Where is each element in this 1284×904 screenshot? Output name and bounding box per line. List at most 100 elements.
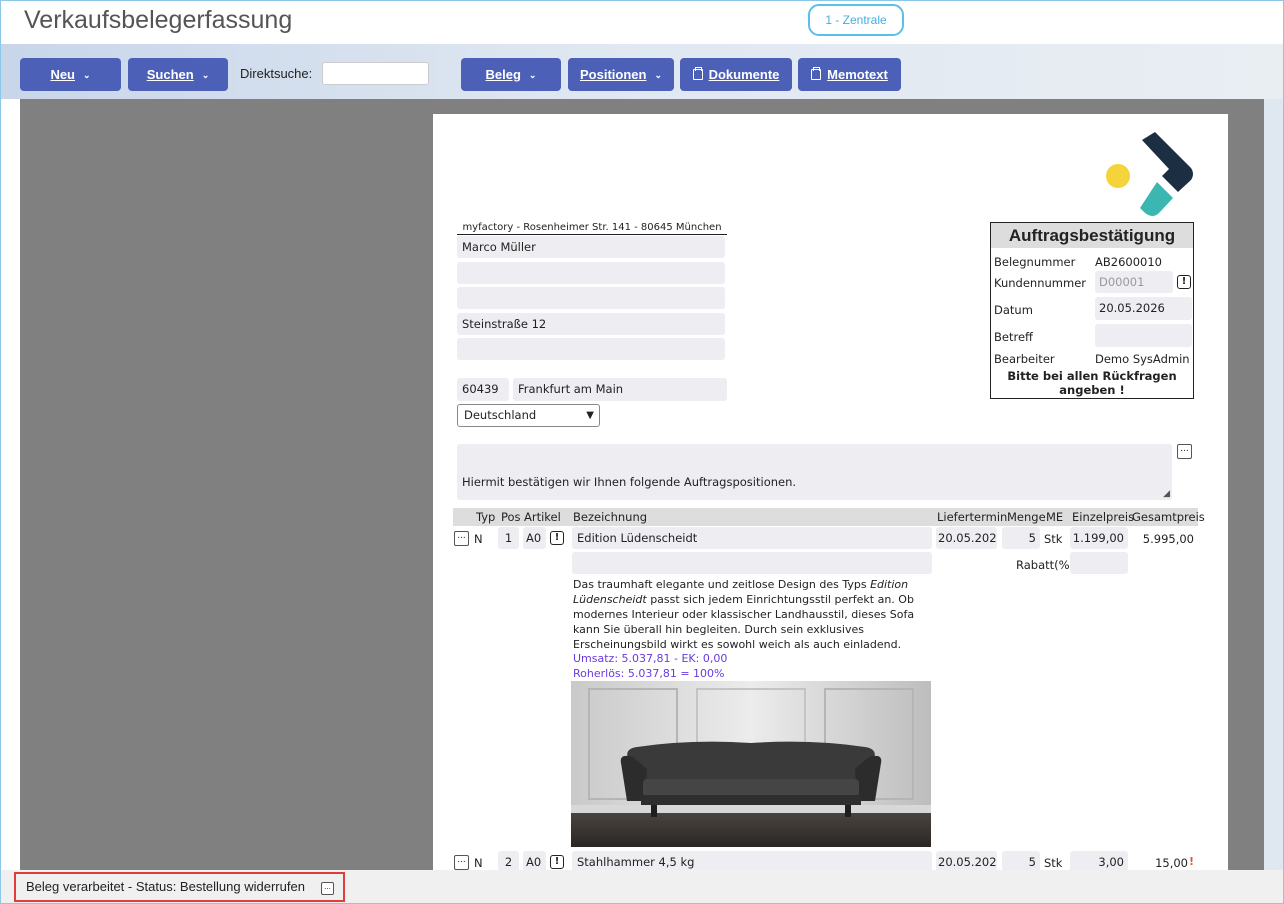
new-button-label: Neu <box>50 67 75 82</box>
address-name-field[interactable]: Marco Müller <box>457 236 725 258</box>
positions-menu-button[interactable]: Positionen ⌄ <box>568 58 674 91</box>
customer-number-label: Kundennummer <box>994 276 1086 290</box>
row-einzelpreis[interactable]: 3,00 <box>1070 851 1128 870</box>
document-number-value: AB2600010 <box>1095 255 1162 269</box>
chevron-down-icon: ⌄ <box>528 70 537 80</box>
address-line5-field[interactable] <box>457 338 725 360</box>
chevron-down-icon: ▼ <box>586 410 594 421</box>
memo-button[interactable]: Memotext <box>798 58 901 91</box>
header-liefertermin: Liefertermin <box>937 510 1008 524</box>
toolbar: Neu ⌄ Suchen ⌄ Direktsuche: Beleg ⌄ Positio… <box>1 44 1283 99</box>
memo-text: Hiermit bestätigen wir Ihnen folgende Au… <box>462 475 797 489</box>
country-select[interactable]: Deutschland ▼ <box>457 404 600 427</box>
article-description: Das traumhaft elegante und zeitlose Desi… <box>573 577 933 652</box>
row-menge[interactable]: 5 <box>1002 851 1040 870</box>
row-gesamtpreis: 5.995,00 <box>1142 532 1194 546</box>
row-artikel[interactable]: A0 <box>523 851 546 870</box>
memo-button-label: Memotext <box>827 67 888 82</box>
document-menu-button[interactable]: Beleg ⌄ <box>461 58 561 91</box>
header-einzelpreis: Einzelpreis <box>1072 510 1135 524</box>
header-menge: Menge <box>1007 510 1046 524</box>
editor-label: Bearbeiter <box>994 352 1055 366</box>
clipboard-icon <box>811 67 822 80</box>
document-status: Beleg verarbeitet - Status: Bestellung w… <box>14 872 345 902</box>
chevron-down-icon: ⌄ <box>654 70 662 80</box>
city-field[interactable]: Frankfurt am Main <box>513 378 727 401</box>
row-pos[interactable]: 1 <box>498 527 519 549</box>
confirmation-box: Auftragsbestätigung Belegnummer AB260001… <box>990 222 1194 399</box>
memo-text-field[interactable]: Hiermit bestätigen wir Ihnen folgende Au… <box>457 444 1172 500</box>
search-button[interactable]: Suchen ⌄ <box>128 58 228 91</box>
info-icon[interactable]: ! <box>1177 275 1191 289</box>
row-bezeichnung[interactable]: Edition Lüdenscheidt <box>572 527 932 549</box>
address-line3-field[interactable] <box>457 287 725 309</box>
discount-label: Rabatt(%) <box>1016 558 1075 572</box>
street-field[interactable]: Steinstraße 12 <box>457 313 725 335</box>
clipboard-icon <box>692 67 703 80</box>
row-extra-field[interactable] <box>572 552 932 574</box>
search-button-label: Suchen <box>146 67 194 82</box>
scroll-track <box>1264 99 1283 870</box>
row-artikel[interactable]: A0 <box>523 527 546 549</box>
row-typ: N <box>474 856 483 870</box>
row-more-button[interactable]: ... <box>454 855 469 870</box>
document-number-label: Belegnummer <box>994 255 1076 269</box>
discount-field[interactable] <box>1070 552 1128 574</box>
row-liefertermin[interactable]: 20.05.2026 <box>936 527 997 549</box>
positions-table-header: Typ Pos Artikel Bezeichnung Liefertermin… <box>453 508 1205 526</box>
chevron-down-icon: ⌄ <box>201 70 210 80</box>
row-gesamtpreis: 15,00 <box>1155 856 1188 870</box>
resize-grip-icon[interactable]: ◢ <box>1163 489 1170 499</box>
status-text: Beleg verarbeitet - Status: Bestellung w… <box>26 879 305 894</box>
sofa-product-image <box>571 681 931 847</box>
date-label: Datum <box>994 303 1033 317</box>
address-line2-field[interactable] <box>457 262 725 284</box>
subject-label: Betreff <box>994 330 1033 344</box>
confirmation-title: Auftragsbestätigung <box>991 223 1193 248</box>
zip-field[interactable]: 60439 <box>457 378 509 401</box>
revenue-info: Umsatz: 5.037,81 - EK: 0,00 <box>573 652 728 665</box>
header-artikel: Artikel <box>524 510 561 524</box>
customer-number-field[interactable]: D00001 <box>1095 271 1173 293</box>
status-more-button[interactable]: ... <box>321 882 334 895</box>
new-button[interactable]: Neu ⌄ <box>20 58 121 91</box>
row-more-button[interactable]: ... <box>454 531 469 546</box>
row-pos[interactable]: 2 <box>498 851 519 870</box>
row-menge[interactable]: 5 <box>1002 527 1040 549</box>
row-liefertermin[interactable]: 20.05.2026 <box>936 851 997 870</box>
row-bezeichnung[interactable]: Stahlhammer 4,5 kg <box>572 851 932 870</box>
direct-search-label: Direktsuche: <box>240 66 313 81</box>
document-canvas: myfactory - Rosenheimer Str. 141 - 80645… <box>20 99 1283 870</box>
row-einzelpreis[interactable]: 1.199,00 <box>1070 527 1128 549</box>
page-title: Verkaufsbelegerfassung <box>24 6 293 34</box>
reference-note: Bitte bei allen Rückfragen angeben ! <box>1007 369 1177 397</box>
branch-badge[interactable]: 1 - Zentrale <box>808 4 904 36</box>
document-menu-label: Beleg <box>485 67 521 82</box>
document-page: myfactory - Rosenheimer Str. 141 - 80645… <box>433 114 1228 870</box>
chevron-down-icon: ⌄ <box>83 70 91 80</box>
row-typ: N <box>474 532 483 546</box>
info-icon[interactable]: ! <box>550 531 564 545</box>
company-logo <box>1106 132 1193 216</box>
header-me: ME <box>1046 510 1064 524</box>
row-me: Stk <box>1044 856 1063 870</box>
header-typ: Typ <box>476 510 496 524</box>
sender-line: myfactory - Rosenheimer Str. 141 - 80645… <box>457 222 727 235</box>
description-text: Das traumhaft elegante und zeitlose Desi… <box>573 578 871 591</box>
positions-menu-label: Positionen <box>580 67 647 82</box>
header-pos: Pos <box>501 510 521 524</box>
memo-more-button[interactable]: ... <box>1177 444 1192 459</box>
documents-button[interactable]: Dokumente <box>680 58 792 91</box>
row-me: Stk <box>1044 532 1063 546</box>
header-gesamtpreis: Gesamtpreis <box>1132 510 1205 524</box>
info-icon[interactable]: ! <box>550 855 564 869</box>
title-bar: Verkaufsbelegerfassung 1 - Zentrale <box>1 1 1283 44</box>
documents-button-label: Dokumente <box>708 67 780 82</box>
direct-search-input[interactable] <box>322 62 429 85</box>
header-bezeichnung: Bezeichnung <box>573 510 648 524</box>
country-select-value: Deutschland <box>464 408 537 422</box>
warning-icon: ! <box>1189 855 1195 868</box>
status-bar: Beleg verarbeitet - Status: Bestellung w… <box>1 870 1283 903</box>
subject-field[interactable] <box>1095 324 1192 347</box>
date-field[interactable]: 20.05.2026 <box>1095 297 1192 320</box>
